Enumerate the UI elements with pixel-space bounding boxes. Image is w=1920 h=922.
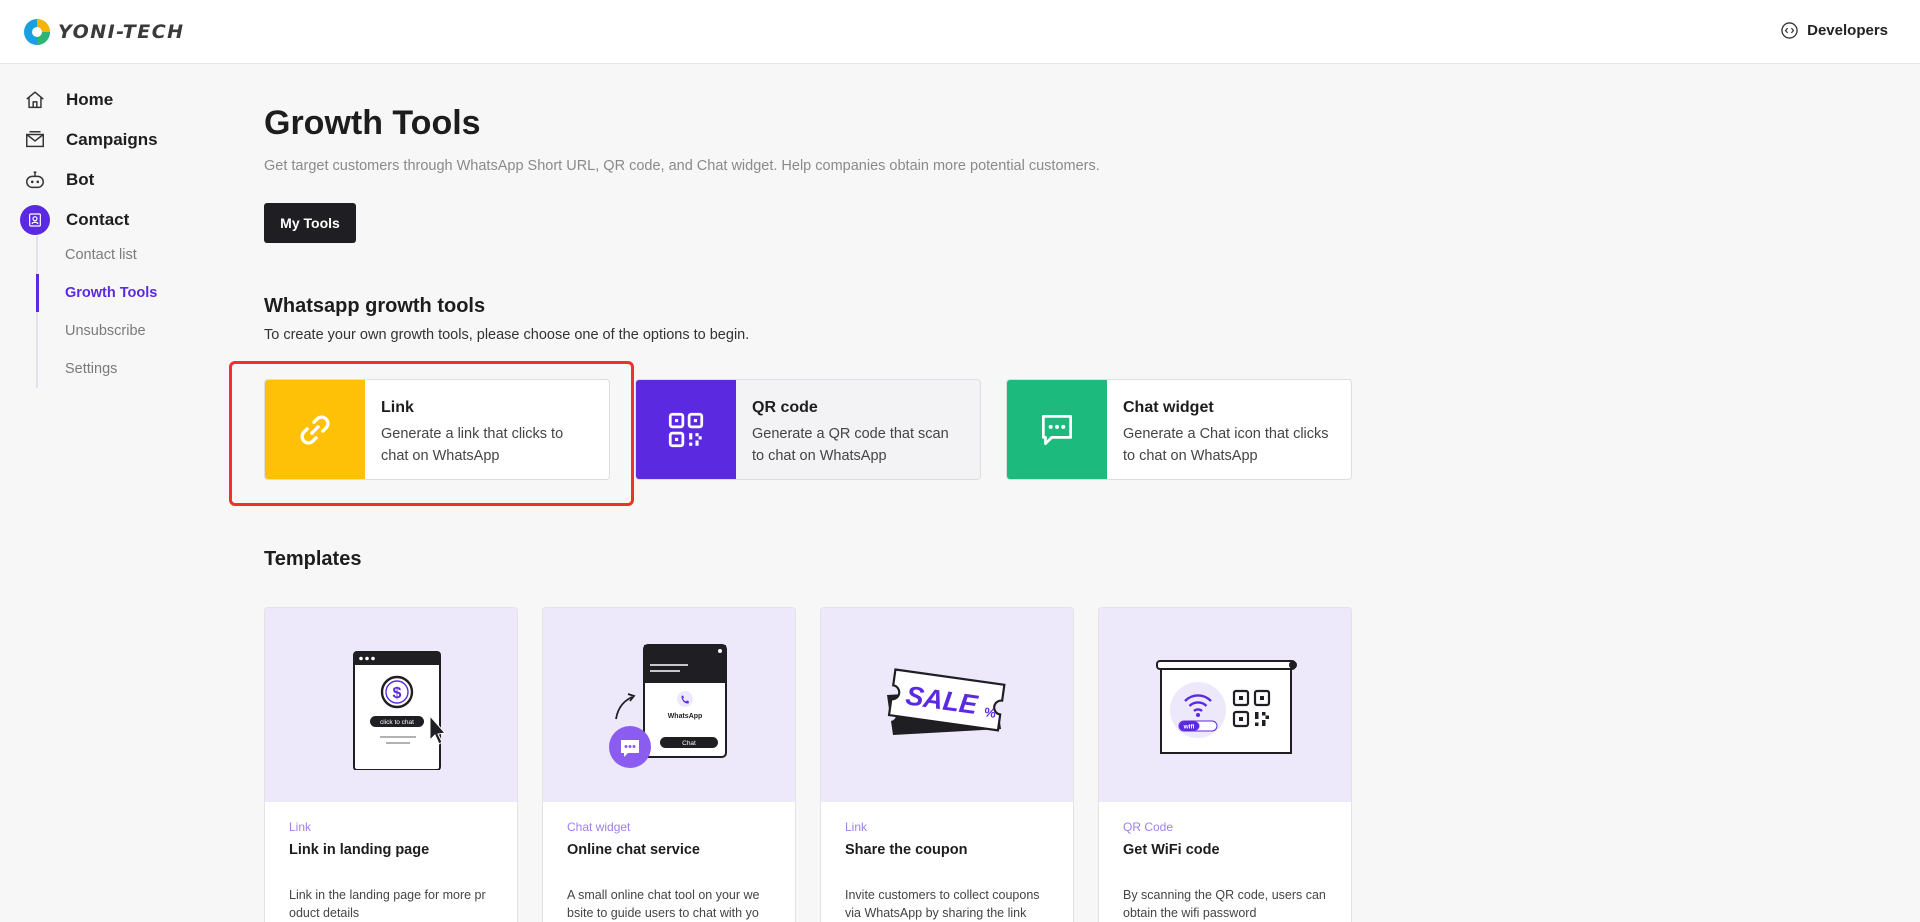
sidebar-item-home[interactable]: Home (20, 85, 113, 115)
template-category: Link (289, 820, 312, 834)
sidebar-item-contact[interactable]: Contact (20, 205, 129, 235)
developers-link[interactable]: Developers (1781, 22, 1888, 39)
template-card-online-chat-service[interactable]: WhatsApp Chat Chat widget Online chat se… (542, 607, 796, 922)
sidebar-item-label: Bot (66, 170, 95, 189)
logo-mark-icon (24, 19, 50, 45)
home-icon (20, 85, 50, 115)
template-category: Chat widget (567, 820, 631, 834)
code-icon (1781, 22, 1798, 39)
sidebar-item-campaigns[interactable]: Campaigns (20, 125, 158, 155)
template-description: Invite customers to collect coupons via … (845, 888, 1040, 920)
growth-tools-section-subtitle: To create your own growth tools, please … (264, 327, 750, 343)
templates-section-title: Templates (264, 548, 362, 570)
template-description: Link in the landing page for more pr odu… (289, 888, 486, 920)
sidebar-subitem-unsubscribe[interactable]: Unsubscribe (38, 312, 216, 350)
tool-card-title: Chat widget (1123, 399, 1214, 416)
landing-page-illustration-icon: $ click to chat (353, 651, 446, 770)
svg-text:Chat: Chat (682, 740, 696, 747)
svg-text:wifi: wifi (1183, 724, 1195, 731)
template-title: Link in landing page (289, 842, 430, 858)
tool-card-description: Generate a QR code that scan to chat on … (752, 426, 949, 464)
template-category: Link (845, 820, 868, 834)
template-title: Online chat service (567, 842, 700, 858)
bot-icon (20, 165, 50, 195)
template-description: By scanning the QR code, users can obtai… (1123, 888, 1326, 920)
template-illustration: $ click to chat (265, 608, 517, 802)
wifi-qr-illustration-icon: wifi (1156, 660, 1297, 754)
qr-code-icon (636, 380, 736, 479)
tool-card-title: QR code (752, 399, 818, 416)
coupon-illustration-icon: SALE % (887, 668, 1006, 735)
selection-highlight (229, 361, 634, 506)
template-title: Share the coupon (845, 842, 968, 858)
template-description: A small online chat tool on your we bsit… (567, 888, 760, 920)
brand-name: YONI-TECH (58, 21, 185, 43)
sidebar-subitem-contact-list[interactable]: Contact list (38, 236, 216, 274)
template-category: QR Code (1123, 820, 1174, 834)
sidebar-item-label: Home (66, 90, 114, 109)
template-illustration: SALE % (821, 608, 1073, 802)
tool-card-qr-code[interactable]: QR code Generate a QR code that scan to … (635, 379, 981, 480)
sidebar-item-label: Campaigns (66, 130, 158, 149)
campaigns-icon (20, 125, 50, 155)
template-illustration: wifi (1099, 608, 1351, 802)
page-title: Growth Tools (264, 104, 481, 142)
sidebar-subitem-settings[interactable]: Settings (38, 350, 216, 388)
tool-card-description: Generate a Chat icon that clicks to chat… (1123, 426, 1329, 464)
template-card-share-coupon[interactable]: SALE % Link Share the coupon Invite cust… (820, 607, 1074, 922)
template-card-link-landing-page[interactable]: $ click to chat Link Link in landing pag… (264, 607, 518, 922)
svg-text:WhatsApp: WhatsApp (668, 713, 703, 720)
template-illustration: WhatsApp Chat (543, 608, 795, 802)
tool-card-chat-widget[interactable]: Chat widget Generate a Chat icon that cl… (1006, 379, 1352, 480)
chat-service-illustration-icon: WhatsApp Chat (609, 644, 727, 768)
developers-label: Developers (1807, 22, 1888, 39)
growth-tools-section-title: Whatsapp growth tools (264, 295, 486, 317)
brand-logo[interactable]: YONI-TECH (23, 18, 185, 46)
page-description: Get target customers through WhatsApp Sh… (264, 158, 1100, 174)
top-bar: YONI-TECH Developers (0, 0, 1920, 64)
sidebar: Home Campaigns Bot Contact Contact list … (0, 64, 230, 922)
sidebar-item-bot[interactable]: Bot (20, 165, 94, 195)
template-title: Get WiFi code (1123, 842, 1220, 858)
contact-subnav: Contact list Growth Tools Unsubscribe Se… (36, 236, 216, 388)
my-tools-button[interactable]: My Tools (264, 203, 356, 243)
sidebar-item-label: Contact (66, 210, 130, 229)
svg-text:$: $ (393, 685, 402, 702)
sidebar-subitem-growth-tools[interactable]: Growth Tools (36, 274, 216, 312)
svg-text:click to chat: click to chat (380, 719, 414, 726)
chat-bubble-icon (1007, 380, 1107, 479)
template-card-wifi-code[interactable]: wifi QR Code Get WiFi code By scanning t… (1098, 607, 1352, 922)
contact-icon (20, 205, 50, 235)
